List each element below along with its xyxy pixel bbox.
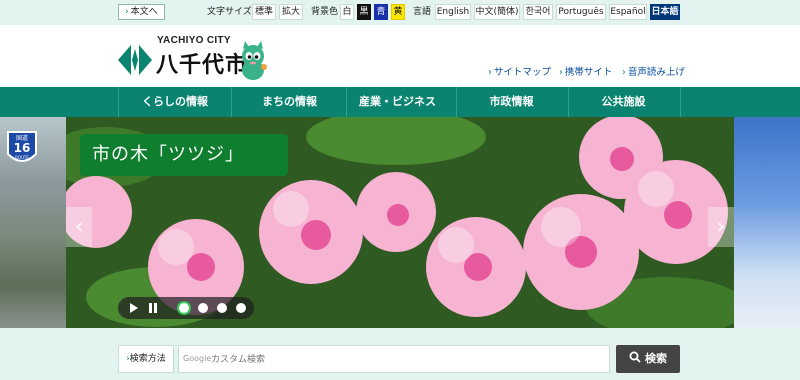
font-large-button[interactable]: 拡大 bbox=[279, 4, 303, 20]
bg-color-label: 背景色 bbox=[311, 7, 339, 17]
chevron-right-icon: › bbox=[717, 214, 725, 238]
slide-dot[interactable] bbox=[236, 303, 246, 313]
chevron-right-icon: › bbox=[559, 67, 563, 78]
chevron-right-icon: › bbox=[622, 67, 626, 78]
bg-blue-button[interactable]: 青 bbox=[374, 4, 388, 20]
chevron-right-icon: › bbox=[488, 67, 492, 78]
chevron-right-icon: › bbox=[125, 7, 129, 17]
next-slide-preview bbox=[734, 117, 800, 328]
slide-dot[interactable] bbox=[179, 303, 189, 313]
nav-item-business[interactable]: 産業・ビジネス bbox=[339, 87, 457, 117]
lang-english-button[interactable]: English bbox=[435, 4, 471, 20]
prev-slide-button[interactable]: ‹ bbox=[66, 207, 92, 247]
search-method-label: 検索方法 bbox=[129, 354, 166, 364]
lang-portuguese-button[interactable]: Português bbox=[556, 4, 606, 20]
bg-yellow-button[interactable]: 黄 bbox=[391, 4, 405, 20]
search-input[interactable] bbox=[211, 350, 603, 370]
logo-title[interactable]: 八千代市 bbox=[156, 47, 248, 79]
next-slide-button[interactable]: › bbox=[708, 207, 734, 247]
bg-black-button[interactable]: 黒 bbox=[357, 4, 371, 20]
route-16-sign-icon: 国道 16 ROUTE bbox=[7, 131, 37, 162]
voice-reading-link-label: 音声読み上げ bbox=[627, 67, 685, 78]
play-icon[interactable] bbox=[130, 303, 138, 313]
font-size-label: 文字サイズ bbox=[207, 7, 252, 17]
carousel-controls bbox=[118, 297, 254, 319]
mobile-site-link[interactable]: › 携帯サイト bbox=[559, 64, 612, 78]
mobile-site-link-label: 携帯サイト bbox=[564, 67, 613, 78]
sitemap-link[interactable]: › サイトマップ bbox=[488, 64, 551, 78]
search-method-link[interactable]: ›検索方法 bbox=[118, 345, 174, 373]
lang-korean-button[interactable]: 한국어 bbox=[523, 4, 553, 20]
font-standard-button[interactable]: 標準 bbox=[252, 4, 276, 20]
sitemap-link-label: サイトマップ bbox=[493, 67, 551, 78]
voice-reading-link[interactable]: › 音声読み上げ bbox=[622, 64, 685, 78]
route-sign-number: 16 bbox=[14, 141, 31, 155]
lang-chinese-button[interactable]: 中文(簡体) bbox=[474, 4, 520, 20]
nav-item-facilities[interactable]: 公共施設 bbox=[567, 87, 681, 117]
nav-item-administration[interactable]: 市政情報 bbox=[455, 87, 569, 117]
search-button[interactable]: 検索 bbox=[616, 345, 680, 373]
skip-label: 本文へ bbox=[130, 7, 158, 17]
logo-subtitle[interactable]: YACHIYO CITY bbox=[157, 35, 231, 46]
bg-white-button[interactable]: 白 bbox=[340, 4, 354, 20]
slide-caption[interactable]: 市の木「ツツジ」 bbox=[80, 134, 288, 176]
lang-spanish-button[interactable]: Español bbox=[609, 4, 647, 20]
global-nav: くらしの情報 まちの情報 産業・ビジネス 市政情報 公共施設 bbox=[0, 87, 800, 117]
pause-icon[interactable] bbox=[149, 303, 157, 313]
nav-item-living[interactable]: くらしの情報 bbox=[118, 87, 232, 117]
chevron-left-icon: ‹ bbox=[75, 214, 83, 238]
slide-dot[interactable] bbox=[217, 303, 227, 313]
search-box: Google bbox=[178, 345, 610, 373]
search-button-label: 検索 bbox=[645, 352, 667, 365]
mascot-icon bbox=[242, 41, 267, 80]
slide-dot[interactable] bbox=[198, 303, 208, 313]
search-icon bbox=[629, 351, 641, 363]
city-emblem-icon[interactable] bbox=[118, 43, 152, 77]
lang-japanese-button[interactable]: 日本語 bbox=[650, 4, 680, 20]
hero-carousel: 国道 16 ROUTE 市の木「ツツジ」 ‹ › bbox=[0, 117, 800, 328]
language-label: 言語 bbox=[413, 7, 432, 17]
nav-item-town[interactable]: まちの情報 bbox=[233, 87, 347, 117]
google-label: Google bbox=[183, 354, 212, 363]
skip-to-content-link[interactable]: › 本文へ bbox=[118, 4, 165, 20]
route-sign-bottom-text: ROUTE bbox=[15, 155, 29, 160]
